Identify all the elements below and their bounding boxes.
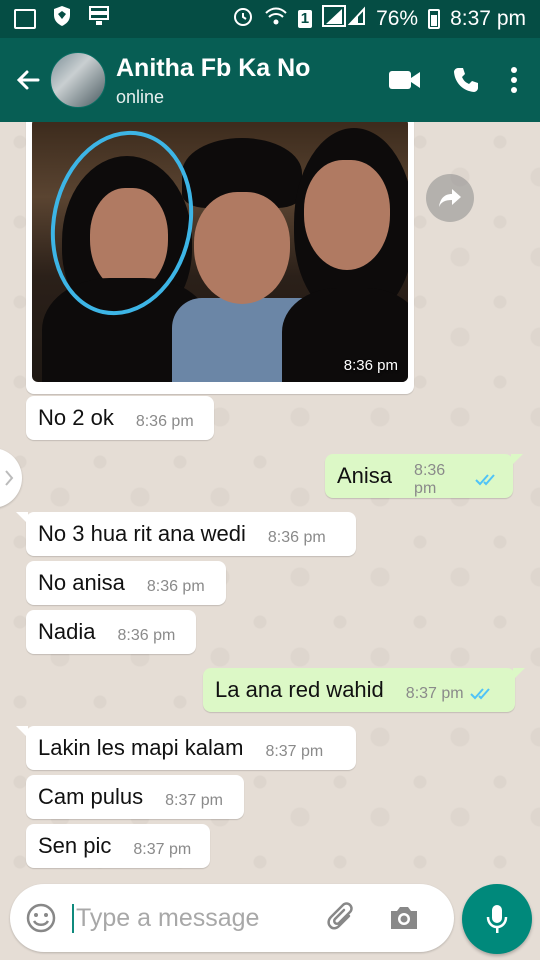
message-text: La ana red wahid	[215, 677, 384, 702]
attach-button[interactable]	[322, 898, 362, 938]
message-time: 8:37 pm	[405, 685, 464, 702]
message-text: Sen pic	[38, 833, 112, 858]
message-bubble[interactable]: Lakin les mapi kalam 8:37 pm	[16, 726, 356, 770]
video-call-button[interactable]	[388, 69, 422, 91]
image-message[interactable]: 8:36 pm	[26, 122, 414, 394]
contact-name: Anitha Fb Ka No	[116, 53, 311, 82]
message-bubble[interactable]: Anisa 8:36 pm	[325, 454, 523, 498]
emoji-button[interactable]	[24, 901, 58, 935]
message-bubble[interactable]: La ana red wahid 8:37 pm	[203, 668, 525, 712]
camera-button[interactable]	[384, 898, 424, 938]
message-text: No 3 hua rit ana wedi	[38, 521, 246, 546]
image-thumbnail[interactable]: 8:36 pm	[32, 122, 408, 382]
contact-status: online	[116, 86, 165, 107]
mic-icon	[486, 905, 508, 933]
avatar[interactable]	[50, 52, 106, 108]
forward-icon	[439, 189, 461, 207]
message-text: No anisa	[38, 570, 125, 595]
contact-info[interactable]: Anitha Fb Ka No online	[116, 53, 310, 108]
message-time: 8:36 pm	[414, 462, 446, 497]
message-time: 8:36 pm	[135, 413, 194, 430]
message-text: Anisa	[337, 463, 393, 488]
storage-icon	[88, 6, 110, 32]
side-drawer-handle[interactable]	[0, 448, 22, 508]
message-time: 8:36 pm	[146, 578, 205, 595]
sim-icon: 1	[297, 10, 313, 28]
message-time: 8:36 pm	[267, 529, 326, 546]
voice-call-button[interactable]	[452, 66, 480, 94]
message-input[interactable]	[72, 903, 312, 933]
message-composer	[10, 884, 454, 952]
back-arrow-icon	[16, 70, 40, 90]
message-bubble[interactable]: No 3 hua rit ana wedi 8:36 pm	[16, 512, 356, 556]
battery-icon	[428, 9, 441, 29]
message-bubble[interactable]: Cam pulus 8:37 pm	[26, 775, 244, 819]
clock: 8:37 pm	[450, 7, 526, 30]
chat-area: 8:36 pm No 2 ok 8:36 pm Anisa 8:36 pm No…	[0, 122, 540, 874]
battery-percent: 76%	[376, 7, 419, 30]
message-time: 8:37 pm	[133, 841, 192, 858]
chat-header: Anitha Fb Ka No online	[0, 38, 540, 122]
read-ticks-icon	[469, 681, 494, 707]
chevron-right-icon	[5, 470, 14, 486]
message-time: 8:36 pm	[117, 627, 176, 644]
alarm-icon	[232, 5, 254, 33]
message-text: Lakin les mapi kalam	[38, 735, 244, 760]
back-button[interactable]	[8, 60, 48, 100]
status-bar: 1 76% 8:37 pm	[0, 0, 540, 38]
message-bubble[interactable]: Nadia 8:36 pm	[26, 610, 196, 654]
message-text: Cam pulus	[38, 784, 144, 809]
message-bubble[interactable]: No 2 ok 8:36 pm	[26, 396, 214, 440]
more-options-button[interactable]	[510, 66, 518, 94]
shield-icon	[52, 5, 72, 33]
read-ticks-icon	[475, 467, 499, 493]
message-time: 8:37 pm	[265, 743, 324, 760]
more-options-icon	[511, 67, 517, 93]
gallery-icon	[14, 9, 36, 29]
phone-icon	[454, 68, 478, 92]
attach-icon	[327, 902, 353, 930]
message-text: Nadia	[38, 619, 96, 644]
emoji-icon	[26, 903, 56, 933]
message-bubble[interactable]: Sen pic 8:37 pm	[26, 824, 210, 868]
message-bubble[interactable]: No anisa 8:36 pm	[26, 561, 226, 605]
video-call-icon	[389, 71, 420, 89]
message-time: 8:36 pm	[343, 357, 398, 374]
message-text: No 2 ok	[38, 405, 114, 430]
forward-button[interactable]	[426, 174, 474, 222]
wifi-icon	[264, 6, 288, 32]
message-time: 8:37 pm	[165, 792, 223, 809]
signal-icon	[322, 5, 366, 33]
mic-button[interactable]	[462, 884, 532, 954]
camera-icon	[391, 907, 417, 929]
